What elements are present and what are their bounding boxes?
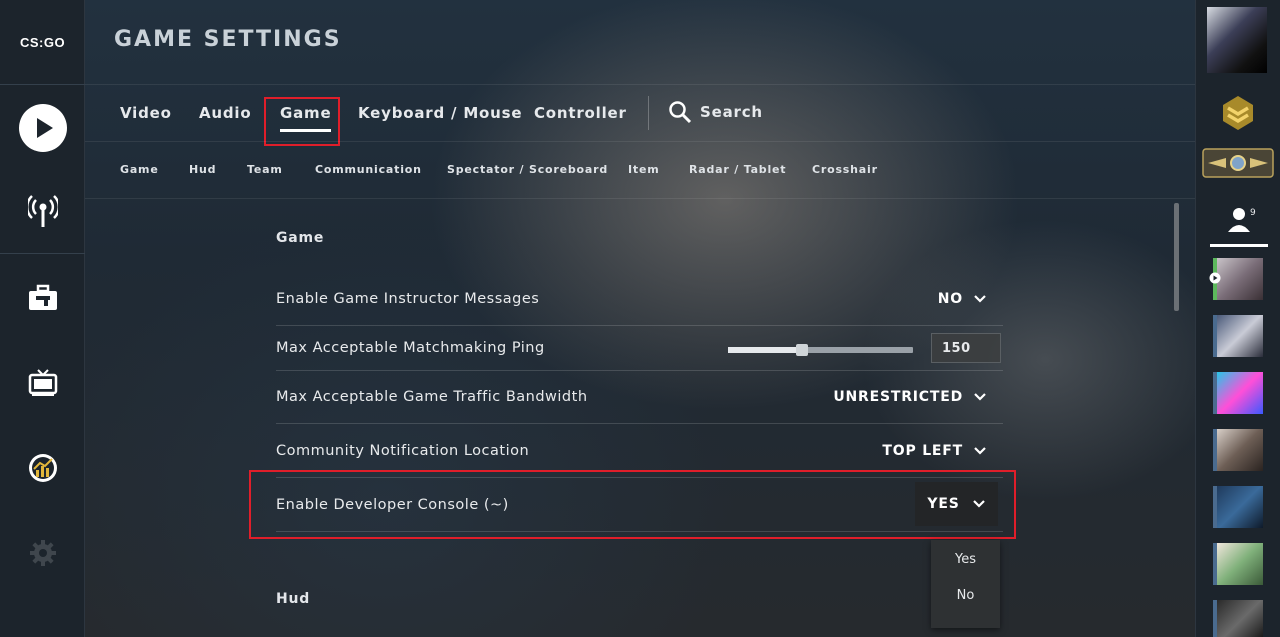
- slider-fill: [728, 347, 802, 353]
- stats-button[interactable]: [0, 438, 85, 498]
- subtab-game[interactable]: Game: [120, 163, 159, 176]
- ping-slider[interactable]: [728, 344, 913, 356]
- setting-label: Max Acceptable Matchmaking Ping: [276, 340, 545, 356]
- dropdown-option-no[interactable]: No: [931, 577, 1000, 613]
- setting-row-bandwidth: Max Acceptable Game Traffic Bandwidth UN…: [276, 371, 1003, 424]
- tab-video[interactable]: Video: [120, 104, 172, 122]
- chevron-down-icon: [974, 447, 986, 455]
- subtab-radar-tablet[interactable]: Radar / Tablet: [689, 163, 786, 176]
- section-title-game: Game: [276, 230, 325, 246]
- friend-avatar[interactable]: [1217, 258, 1263, 300]
- header-divider: [85, 84, 1195, 85]
- select-value: NO: [937, 291, 963, 307]
- instructor-select[interactable]: NO: [938, 291, 987, 307]
- friends-tab-underline: [1210, 244, 1268, 247]
- chevron-down-icon: [974, 295, 986, 303]
- console-row-highlight: [249, 470, 1016, 539]
- console-dropdown: Yes No: [931, 540, 1000, 628]
- stats-icon: [28, 454, 57, 482]
- rank-icon[interactable]: [1219, 94, 1257, 132]
- subtab-hud[interactable]: Hud: [189, 163, 216, 176]
- setting-row-ping: Max Acceptable Matchmaking Ping: [276, 326, 1003, 371]
- setting-label: Max Acceptable Game Traffic Bandwidth: [276, 389, 588, 405]
- tab-controller[interactable]: Controller: [534, 104, 627, 122]
- select-value: UNRESTRICTED: [833, 389, 963, 405]
- dropdown-option-yes[interactable]: Yes: [931, 541, 1000, 577]
- subtab-communication[interactable]: Communication: [315, 163, 422, 176]
- avatar[interactable]: [1207, 7, 1267, 73]
- broadcast-icon: [27, 195, 58, 227]
- subtab-team[interactable]: Team: [247, 163, 283, 176]
- tab-audio[interactable]: Audio: [199, 104, 251, 122]
- setting-label: Enable Game Instructor Messages: [276, 291, 540, 307]
- page-title: GAME SETTINGS: [114, 27, 342, 52]
- play-button[interactable]: [0, 98, 85, 158]
- friends-count: 9: [1250, 208, 1256, 218]
- tabs-divider: [85, 141, 1195, 142]
- ping-input[interactable]: [931, 333, 1001, 363]
- subtab-crosshair[interactable]: Crosshair: [812, 163, 878, 176]
- settings-button[interactable]: [0, 523, 85, 583]
- search-label: Search: [700, 103, 763, 121]
- nav-divider: [0, 253, 85, 254]
- subtab-item[interactable]: Item: [628, 163, 659, 176]
- inventory-icon: [28, 284, 57, 310]
- play-icon: [18, 104, 67, 152]
- csgo-logo[interactable]: CS:GO: [0, 0, 85, 85]
- friend-avatar[interactable]: [1217, 486, 1263, 528]
- friend-avatar[interactable]: [1217, 600, 1263, 637]
- search-button[interactable]: Search: [668, 100, 763, 124]
- chevron-down-icon: [974, 393, 986, 401]
- medal-icon[interactable]: [1202, 148, 1274, 178]
- inventory-button[interactable]: [0, 268, 85, 328]
- bandwidth-select[interactable]: UNRESTRICTED: [833, 389, 987, 405]
- search-icon: [669, 101, 692, 124]
- tab-keyboard-mouse[interactable]: Keyboard / Mouse: [358, 104, 522, 122]
- scrollbar[interactable]: [1174, 203, 1179, 311]
- friend-avatar[interactable]: [1217, 543, 1263, 585]
- broadcast-button[interactable]: [0, 181, 85, 241]
- notification-select[interactable]: TOP LEFT: [882, 443, 987, 459]
- friend-avatar[interactable]: [1217, 315, 1263, 357]
- gear-icon: [29, 540, 56, 566]
- select-value: TOP LEFT: [882, 443, 963, 459]
- watch-icon: [28, 369, 57, 396]
- subtab-spectator-scoreboard[interactable]: Spectator / Scoreboard: [447, 163, 608, 176]
- tab-divider: [648, 96, 649, 130]
- left-nav: CS:GO: [0, 0, 85, 637]
- slider-thumb[interactable]: [796, 344, 808, 356]
- setting-row-instructor: Enable Game Instructor Messages NO: [276, 276, 1003, 326]
- playing-icon: [1209, 272, 1221, 284]
- subtabs-divider: [85, 198, 1195, 199]
- friend-avatar[interactable]: [1217, 372, 1263, 414]
- setting-label: Community Notification Location: [276, 443, 530, 459]
- section-title-hud: Hud: [276, 591, 311, 607]
- friend-avatar[interactable]: [1217, 429, 1263, 471]
- friends-icon[interactable]: [1210, 202, 1268, 246]
- game-tab-highlight: [264, 97, 340, 146]
- watch-button[interactable]: [0, 353, 85, 413]
